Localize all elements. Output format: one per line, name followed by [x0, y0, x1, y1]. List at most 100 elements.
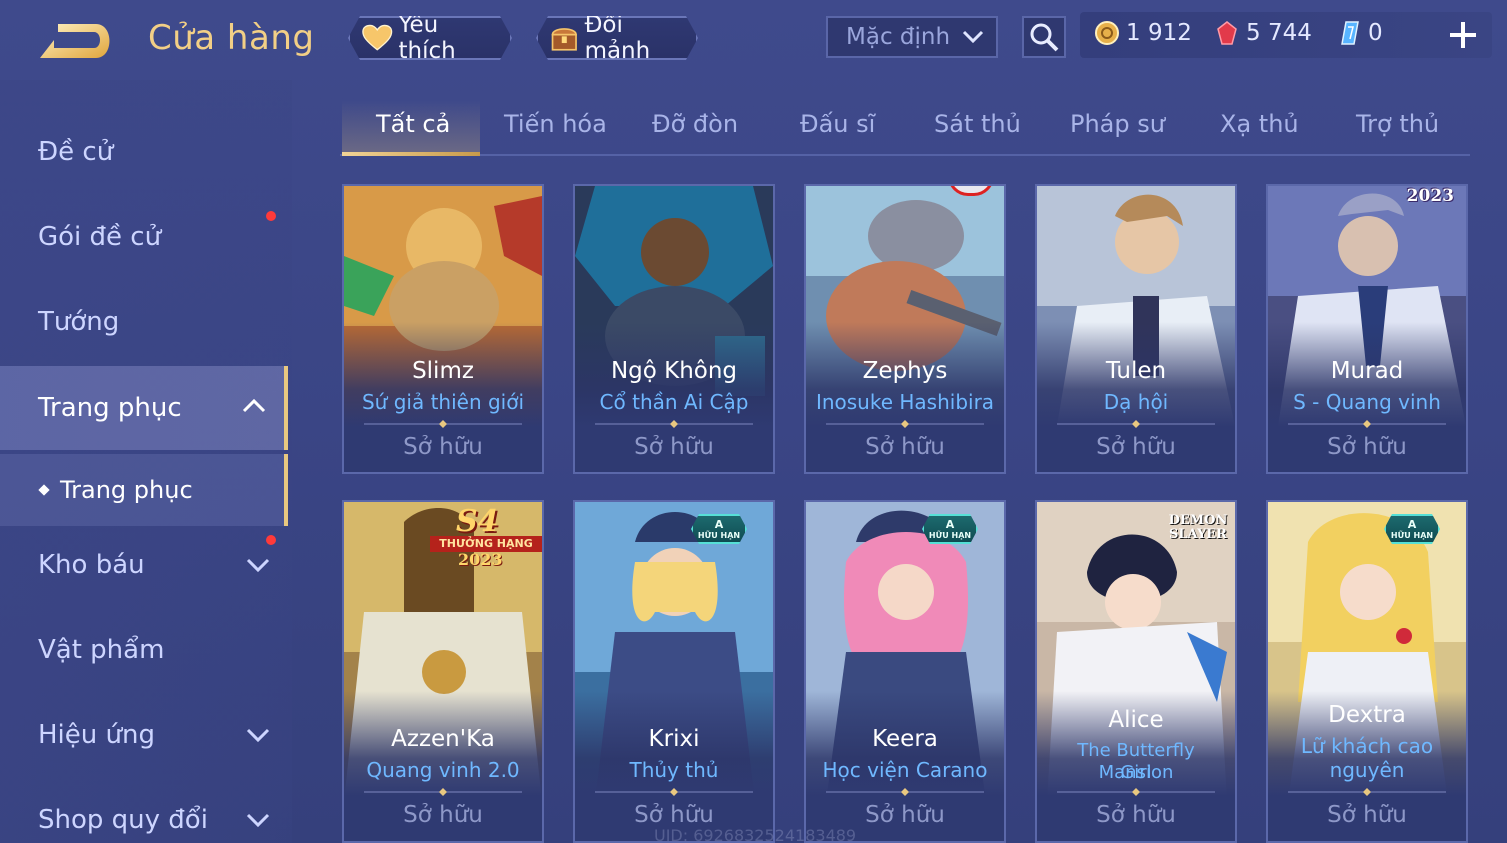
user-id-watermark: UID: 6926832524183489	[654, 826, 857, 843]
sidebar-item-heroes[interactable]: Tướng	[0, 282, 288, 362]
search-icon	[1030, 23, 1059, 52]
ruby-gem-icon	[1217, 21, 1237, 45]
hero-name: Dextra	[1328, 702, 1406, 728]
gold-coin-icon	[1095, 21, 1119, 45]
season-year: 2023	[458, 550, 503, 569]
voucher-amount: 0	[1368, 20, 1383, 46]
skin-name: Quang vinh 2.0	[366, 758, 520, 782]
skin-card-azzenka[interactable]: S4 THƯỞNG HẠNG 2023 Azzen'Ka Quang vinh …	[342, 500, 544, 843]
skin-name: Học viện Carano	[822, 758, 988, 782]
owned-status: Sở hữu	[403, 802, 483, 828]
search-button[interactable]	[1022, 16, 1066, 58]
sidebar-item-effects[interactable]: Hiệu ứng	[0, 695, 288, 775]
voucher-crystal-icon	[1341, 21, 1359, 45]
skin-name: Cổ thần Ai Cập	[599, 390, 749, 414]
sidebar-item-label: Vật phẩm	[38, 635, 165, 665]
skin-card-alice[interactable]: DEMON SLAYER Alice The Butterfly Mansion…	[1035, 500, 1237, 843]
bullet-diamond-icon	[38, 484, 50, 496]
notification-dot	[266, 535, 276, 545]
skin-name-line-2: Girl	[1120, 762, 1152, 783]
owned-status: Sở hữu	[634, 802, 714, 828]
sidebar-item-items[interactable]: Vật phẩm	[0, 610, 288, 690]
gold-divider	[826, 788, 984, 796]
exchange-shards-button[interactable]: Đổi mảnh	[536, 16, 698, 60]
currency-bar: 1 912 5 744 0	[1080, 12, 1492, 58]
gold-divider	[595, 420, 753, 428]
chevron-down-icon	[246, 813, 270, 828]
chevron-down-icon	[246, 728, 270, 743]
chevron-down-icon	[962, 30, 984, 44]
owned-status: Sở hữu	[1096, 802, 1176, 828]
heart-icon	[362, 23, 393, 53]
skin-card-keera[interactable]: A HỮU HẠN Keera Học viện Carano Sở hữu	[804, 500, 1006, 843]
limited-edition-badge: A HỮU HẠN	[922, 514, 978, 544]
sort-dropdown[interactable]: Mặc định	[826, 16, 998, 58]
ruby-currency: 5 744	[1214, 20, 1312, 46]
gold-divider	[364, 420, 522, 428]
sidebar-item-exchange-shop[interactable]: Shop quy đổi	[0, 780, 288, 843]
gold-divider	[826, 420, 984, 428]
sidebar-item-recommended[interactable]: Đề cử	[0, 112, 288, 192]
tab-evolution[interactable]: Tiến hóa	[504, 110, 607, 138]
sidebar-item-label: Shop quy đổi	[38, 805, 208, 835]
gold-currency: 1 912	[1094, 20, 1192, 46]
add-currency-button[interactable]	[1448, 20, 1478, 50]
sidebar-subitem-skins[interactable]: Trang phục	[0, 454, 288, 526]
sidebar-item-skins[interactable]: Trang phục	[0, 366, 288, 450]
badge-grade: A	[1407, 518, 1417, 531]
limited-edition-badge: A HỮU HẠN	[691, 514, 747, 544]
skin-card-ngo-khong[interactable]: Ngộ Không Cổ thần Ai Cập Sở hữu	[573, 184, 775, 474]
hero-name: Keera	[872, 726, 938, 752]
role-tabs: Tất cả Tiến hóa Đỡ đòn Đấu sĩ Sát thủ Ph…	[340, 100, 1470, 156]
gold-divider	[1057, 420, 1215, 428]
skin-name-line-2: nguyên	[1329, 758, 1405, 782]
voucher-currency: 0	[1336, 20, 1383, 46]
gold-amount: 1 912	[1126, 20, 1192, 46]
sidebar-item-label: Trang phục	[38, 393, 182, 423]
hero-name: Slimz	[412, 358, 474, 384]
skin-card-tulen[interactable]: Tulen Dạ hội Sở hữu	[1035, 184, 1237, 474]
badge-limited-text: HỮU HẠN	[697, 531, 741, 540]
gold-divider	[364, 788, 522, 796]
tab-all[interactable]: Tất cả	[376, 110, 450, 138]
skin-card-slimz[interactable]: Slimz Sứ giả thiên giới Sở hữu	[342, 184, 544, 474]
sidebar-item-label: Gói đề cử	[38, 222, 162, 252]
skin-card-dextra[interactable]: A HỮU HẠN Dextra Lữ khách cao nguyên Sở h…	[1266, 500, 1468, 843]
owned-status: Sở hữu	[1327, 802, 1407, 828]
skin-name: Dạ hội	[1103, 390, 1169, 414]
tab-fighter[interactable]: Đấu sĩ	[800, 110, 875, 138]
sidebar-item-label: Đề cử	[38, 137, 114, 167]
skin-name: S - Quang vinh	[1293, 390, 1441, 414]
season-rank-badge: S4 THƯỞNG HẠNG 2023	[430, 504, 542, 570]
skin-card-zephys[interactable]: Zephys Inosuke Hashibira Sở hữu	[804, 184, 1006, 474]
owned-status: Sở hữu	[865, 802, 945, 828]
sidebar-item-label: Kho báu	[38, 550, 145, 580]
season-badge-label: S4	[456, 504, 499, 539]
badge-limited-text: HỮU HẠN	[1390, 531, 1434, 540]
exchange-label: Đổi mảnh	[584, 12, 651, 64]
badge-grade: A	[945, 518, 955, 531]
sidebar-item-label: Hiệu ứng	[38, 720, 155, 750]
tab-assassin[interactable]: Sát thủ	[934, 110, 1021, 138]
sidebar-item-recommended-packs[interactable]: Gói đề cử	[0, 197, 288, 277]
hero-name: Murad	[1330, 358, 1404, 384]
gold-divider	[595, 788, 753, 796]
skin-name-line-1: Lữ khách cao	[1300, 734, 1434, 758]
tab-mage[interactable]: Pháp sư	[1070, 110, 1165, 138]
favorites-button[interactable]: Yêu thích	[348, 16, 512, 60]
back-arrow-icon[interactable]	[36, 18, 118, 66]
hero-name: Krixi	[648, 726, 700, 752]
owned-status: Sở hữu	[1327, 434, 1407, 460]
hero-name: Alice	[1108, 707, 1164, 733]
page-title: Cửa hàng	[148, 18, 315, 58]
skin-card-murad[interactable]: 2023 Murad S - Quang vinh Sở hữu	[1266, 184, 1468, 474]
sidebar-item-treasure[interactable]: Kho báu	[0, 525, 288, 605]
tab-marksman[interactable]: Xạ thủ	[1220, 110, 1299, 138]
skin-card-krixi[interactable]: A HỮU HẠN Krixi Thủy thủ Sở hữu	[573, 500, 775, 843]
tab-support[interactable]: Trợ thủ	[1356, 110, 1439, 138]
sidebar-item-label: Tướng	[38, 307, 120, 337]
top-bar: Cửa hàng Yêu thích Đổi mảnh Mặc định 1 9…	[0, 0, 1507, 80]
hero-name: Ngộ Không	[610, 358, 738, 384]
tab-tank[interactable]: Đỡ đòn	[652, 110, 738, 138]
chevron-up-icon	[242, 398, 266, 413]
